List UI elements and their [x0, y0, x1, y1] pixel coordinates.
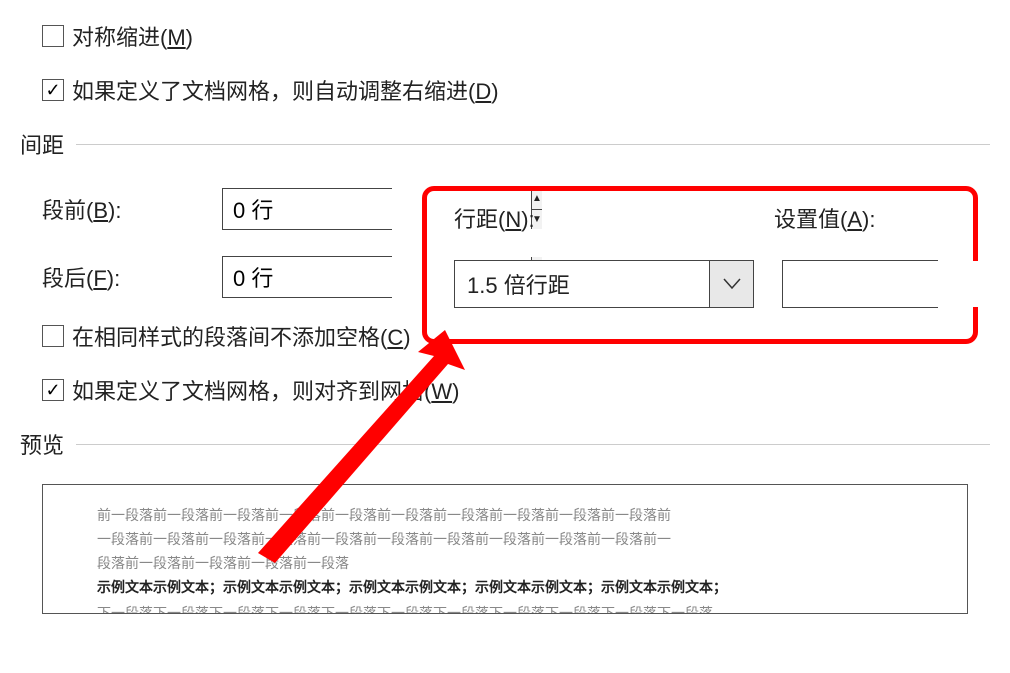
check-icon: ✓ — [45, 381, 60, 399]
checkbox-no-space-same-style[interactable]: 在相同样式的段落间不添加空格(C) — [42, 320, 990, 352]
select-line-spacing[interactable]: 1.5 倍行距 — [454, 260, 754, 308]
label-set-value: 设置值(A): — [774, 202, 875, 234]
checkbox-label: 如果定义了文档网格，则对齐到网格(W) — [72, 374, 459, 406]
label-space-before: 段前(B): — [42, 193, 222, 225]
select-value: 1.5 倍行距 — [455, 261, 709, 307]
checkbox-box: ✓ — [42, 79, 64, 101]
checkbox-box — [42, 25, 64, 47]
checkbox-mirror-indent[interactable]: 对称缩进(M) — [42, 20, 990, 52]
chevron-down-icon[interactable] — [709, 261, 753, 307]
spinner-space-after[interactable]: ▲ ▼ — [222, 256, 392, 298]
label-space-after: 段后(F): — [42, 261, 222, 293]
preview-sample-text: 示例文本示例文本；示例文本示例文本；示例文本示例文本；示例文本示例文本；示例文本… — [97, 576, 949, 603]
section-header-preview: 预览 — [20, 428, 990, 460]
label-line-spacing: 行距(N): — [454, 202, 774, 234]
section-header-spacing: 间距 — [20, 128, 990, 160]
checkbox-label: 在相同样式的段落间不添加空格(C) — [72, 320, 411, 352]
preview-text: 一段落前一段落前一段落前一段落前一段落前一段落前一段落前一段落前一段落前一段落前… — [97, 529, 949, 553]
checkbox-auto-right-indent[interactable]: ✓ 如果定义了文档网格，则自动调整右缩进(D) — [42, 74, 990, 106]
spinner-space-before[interactable]: ▲ ▼ — [222, 188, 392, 230]
check-icon: ✓ — [45, 81, 60, 99]
set-value-input[interactable] — [783, 261, 1010, 307]
preview-text: 前一段落前一段落前一段落前一段落前一段落前一段落前一段落前一段落前一段落前一段落… — [97, 505, 949, 529]
preview-box: 前一段落前一段落前一段落前一段落前一段落前一段落前一段落前一段落前一段落前一段落… — [42, 484, 968, 614]
checkbox-label: 对称缩进(M) — [72, 20, 193, 52]
spinner-set-value[interactable]: ▲ ▼ — [782, 260, 938, 308]
preview-text: 段落前一段落前一段落前一段落前一段落 — [97, 553, 949, 577]
preview-text: 下一段落下一段落下一段落下一段落下一段落下一段落下一段落下一段落下一段落下一段落… — [97, 603, 949, 614]
checkbox-box — [42, 325, 64, 347]
checkbox-snap-to-grid[interactable]: ✓ 如果定义了文档网格，则对齐到网格(W) — [42, 374, 990, 406]
checkbox-label: 如果定义了文档网格，则自动调整右缩进(D) — [72, 74, 499, 106]
checkbox-box: ✓ — [42, 379, 64, 401]
